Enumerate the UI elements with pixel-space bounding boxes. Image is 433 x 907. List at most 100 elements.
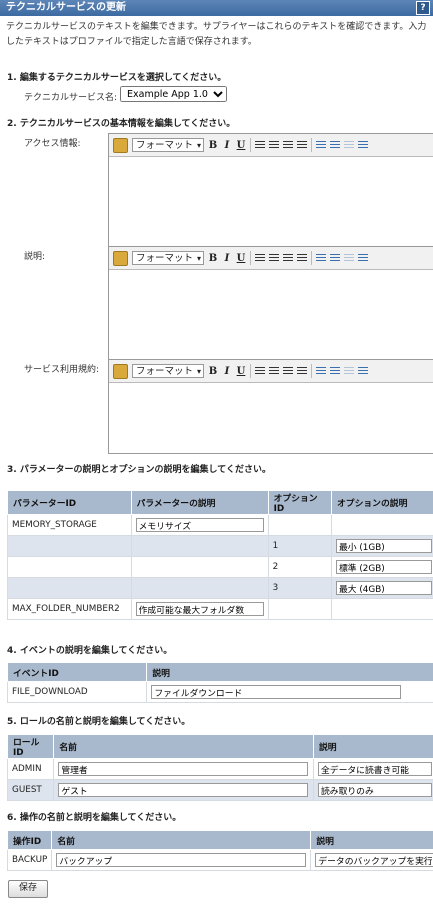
intro-text: テクニカルサービスのテキストを編集できます。サプライヤーはこれらのテキストを確認…: [6, 22, 427, 47]
column-header: イベントID: [6, 662, 148, 682]
editor-toolbar: フォーマット B I U: [109, 247, 433, 270]
table-row: MEMORY_STORAGE: [7, 514, 433, 536]
align-left-icon[interactable]: [255, 366, 265, 376]
section2-heading: 2. テクニカルサービスの基本情報を編集してください。: [7, 119, 236, 129]
bold-button[interactable]: B: [208, 366, 218, 377]
access-info-editor[interactable]: フォーマット B I U: [108, 133, 433, 259]
align-justify-icon[interactable]: [297, 366, 307, 376]
italic-button[interactable]: I: [222, 366, 232, 377]
bold-button[interactable]: B: [208, 140, 218, 151]
indent-icon[interactable]: [358, 253, 368, 263]
align-justify-icon[interactable]: [297, 253, 307, 263]
column-header: 説明: [312, 734, 433, 759]
editor-toolbar: フォーマット B I U: [109, 360, 433, 383]
column-header: パラメーターの説明: [130, 490, 269, 515]
event-table: イベントID 説明 FILE_DOWNLOAD: [6, 662, 433, 703]
column-header: 説明: [310, 830, 433, 850]
indent-icon[interactable]: [358, 366, 368, 376]
outdent-icon[interactable]: [344, 140, 354, 150]
align-justify-icon[interactable]: [297, 140, 307, 150]
align-center-icon[interactable]: [269, 366, 279, 376]
role-name-input[interactable]: [58, 783, 309, 797]
italic-button[interactable]: I: [222, 140, 232, 151]
role-table: ロールID 名前 説明 ADMIN GUEST: [6, 734, 433, 801]
numbered-list-icon[interactable]: [330, 366, 340, 376]
param-desc-input[interactable]: [135, 518, 264, 532]
help-button[interactable]: ?: [416, 1, 430, 15]
option-desc-input[interactable]: [335, 560, 432, 574]
operation-table: 操作ID 名前 説明 BACKUP: [6, 830, 433, 871]
underline-button[interactable]: U: [236, 140, 246, 151]
bullet-list-icon[interactable]: [316, 366, 326, 376]
column-header: オプションの説明: [330, 490, 433, 515]
editor-label-description: 説明:: [24, 252, 46, 262]
paste-icon[interactable]: [113, 363, 128, 379]
column-header: パラメーターID: [7, 490, 132, 515]
toolbar-divider: [250, 251, 251, 265]
format-dropdown[interactable]: フォーマット: [132, 364, 204, 379]
table-row: BACKUP: [6, 849, 433, 871]
role-desc-input[interactable]: [317, 762, 432, 776]
operation-id-cell: BACKUP: [6, 849, 53, 871]
section5-heading: 5. ロールの名前と説明を編集してください。: [7, 717, 191, 727]
section4-heading: 4. イベントの説明を編集してください。: [7, 646, 173, 656]
section6-heading: 6. 操作の名前と説明を編集してください。: [7, 813, 182, 823]
paste-icon[interactable]: [113, 137, 128, 153]
align-center-icon[interactable]: [269, 140, 279, 150]
numbered-list-icon[interactable]: [330, 140, 340, 150]
column-header: 名前: [51, 830, 312, 850]
role-desc-input[interactable]: [317, 783, 432, 797]
bullet-list-icon[interactable]: [316, 140, 326, 150]
indent-icon[interactable]: [358, 140, 368, 150]
operation-name-input[interactable]: [56, 853, 307, 867]
numbered-list-icon[interactable]: [330, 253, 340, 263]
param-id-cell: MAX_FOLDER_NUMBER2: [7, 598, 132, 620]
paste-icon[interactable]: [113, 250, 128, 266]
underline-button[interactable]: U: [236, 253, 246, 264]
service-name-label: テクニカルサービス名:: [24, 93, 118, 103]
bullet-list-icon[interactable]: [316, 253, 326, 263]
column-header: 名前: [53, 734, 314, 759]
page-title-bar: テクニカルサービスの更新 ?: [0, 0, 433, 16]
param-desc-input[interactable]: [135, 602, 264, 616]
option-desc-input[interactable]: [335, 581, 432, 595]
service-select[interactable]: Example App 1.0: [120, 86, 227, 102]
save-button[interactable]: 保存: [8, 880, 48, 898]
description-editor[interactable]: フォーマット B I U: [108, 246, 433, 372]
align-right-icon[interactable]: [283, 140, 293, 150]
column-header: 操作ID: [6, 830, 53, 850]
format-dropdown[interactable]: フォーマット: [132, 138, 204, 153]
role-id-cell: GUEST: [6, 779, 55, 801]
page-title: テクニカルサービスの更新: [6, 2, 126, 13]
editor-label-access: アクセス情報:: [24, 139, 81, 149]
operation-desc-input[interactable]: [315, 853, 433, 867]
editor-label-terms: サービス利用規約:: [24, 365, 100, 375]
underline-button[interactable]: U: [236, 366, 246, 377]
section1-heading: 1. 編集するテクニカルサービスを選択してください。: [7, 73, 227, 83]
align-left-icon[interactable]: [255, 253, 265, 263]
event-desc-input[interactable]: [151, 685, 402, 699]
align-right-icon[interactable]: [283, 366, 293, 376]
column-header: オプションID: [267, 490, 332, 515]
bold-button[interactable]: B: [208, 253, 218, 264]
editor-toolbar: フォーマット B I U: [109, 134, 433, 157]
event-id-cell: FILE_DOWNLOAD: [6, 681, 148, 703]
align-right-icon[interactable]: [283, 253, 293, 263]
option-id-cell: 3: [267, 577, 332, 599]
align-center-icon[interactable]: [269, 253, 279, 263]
italic-button[interactable]: I: [222, 253, 232, 264]
parameter-table: パラメーターID パラメーターの説明 オプションID オプションの説明 MEMO…: [7, 490, 433, 620]
option-desc-input[interactable]: [335, 539, 432, 553]
format-dropdown[interactable]: フォーマット: [132, 251, 204, 266]
table-row: GUEST: [6, 779, 433, 801]
align-left-icon[interactable]: [255, 140, 265, 150]
toolbar-divider: [311, 138, 312, 152]
table-row: ADMIN: [6, 758, 433, 780]
terms-editor[interactable]: フォーマット B I U: [108, 359, 433, 454]
param-id-cell: MEMORY_STORAGE: [7, 514, 132, 536]
table-row: FILE_DOWNLOAD: [6, 681, 433, 703]
outdent-icon[interactable]: [344, 253, 354, 263]
outdent-icon[interactable]: [344, 366, 354, 376]
role-name-input[interactable]: [58, 762, 309, 776]
table-row: 3: [7, 577, 433, 599]
